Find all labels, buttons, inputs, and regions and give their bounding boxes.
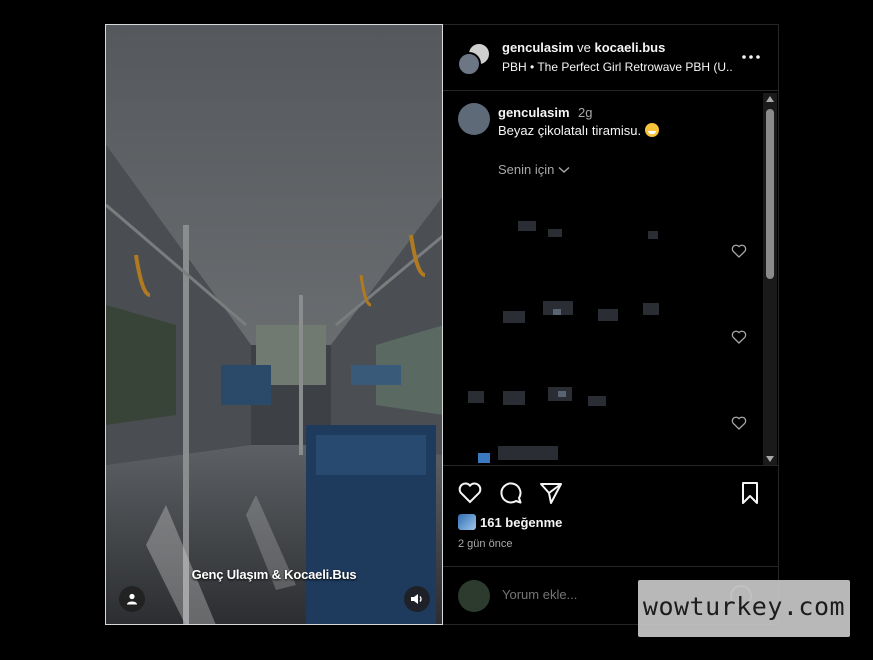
audio-track-link[interactable]: PBH • The Perfect Girl Retrowave PBH (U.…: [502, 60, 732, 74]
post-actions: 161 beğenme 2 gün önce: [443, 465, 778, 566]
author-link-genculasim[interactable]: genculasim: [502, 40, 574, 55]
comment-body: Beyaz çikolatalı tiramisu.: [498, 123, 642, 138]
comments-section: genculasim 2g Beyaz çikolatalı tiramisu.…: [443, 91, 778, 465]
user-icon: [127, 593, 137, 605]
scroll-up-arrow-icon[interactable]: [766, 96, 774, 102]
grinning-face-emoji-icon: [645, 123, 660, 137]
post-media-video[interactable]: Genç Ulaşım & Kocaeli.Bus: [105, 24, 443, 625]
post-header: genculasim ve kocaeli.bus PBH • The Perf…: [443, 25, 778, 91]
scrollbar-thumb[interactable]: [766, 109, 774, 279]
video-caption: Genç Ulaşım & Kocaeli.Bus: [191, 567, 357, 582]
bus-interior-image: [106, 25, 442, 624]
tagged-users-button[interactable]: [119, 586, 145, 612]
post-authors: genculasim ve kocaeli.bus: [502, 40, 665, 55]
post-date[interactable]: 2 gün önce: [458, 538, 512, 550]
comments-scrollbar[interactable]: [763, 93, 777, 465]
speaker-icon: [411, 594, 422, 604]
avatar: [458, 514, 476, 530]
like-comment-heart-icon[interactable]: [731, 415, 747, 431]
avatar: [457, 52, 481, 76]
watermark: wowturkey.com: [638, 580, 850, 637]
avatar: [458, 580, 490, 612]
post-details-panel: genculasim ve kocaeli.bus PBH • The Perf…: [443, 24, 779, 625]
collab-avatars[interactable]: [457, 42, 491, 76]
loading-comments-image: [468, 221, 659, 463]
sort-label: Senin için: [498, 162, 555, 177]
author-link-kocaeli-bus[interactable]: kocaeli.bus: [595, 40, 666, 55]
likes-count[interactable]: 161 beğenme: [458, 514, 562, 530]
like-heart-icon[interactable]: [457, 480, 483, 506]
comment-username[interactable]: genculasim: [498, 105, 570, 120]
avatar[interactable]: [458, 103, 490, 135]
like-comment-heart-icon[interactable]: [731, 329, 747, 345]
comment-bubble-icon[interactable]: [498, 480, 524, 506]
chevron-down-icon: [558, 166, 570, 173]
like-comment-heart-icon[interactable]: [731, 243, 747, 259]
author-conjunction: ve: [577, 40, 591, 55]
comment-sort-dropdown[interactable]: Senin için: [498, 162, 570, 177]
scroll-down-arrow-icon[interactable]: [766, 456, 774, 462]
watermark-text: wowturkey.com: [642, 592, 846, 621]
likes-label: 161 beğenme: [480, 514, 563, 530]
comment-text: Beyaz çikolatalı tiramisu.: [498, 123, 660, 138]
comment-time[interactable]: 2g: [578, 105, 592, 120]
sound-toggle-button[interactable]: [404, 586, 430, 612]
save-bookmark-icon[interactable]: [737, 480, 763, 506]
more-options-icon[interactable]: [739, 47, 763, 67]
share-send-icon[interactable]: [538, 480, 564, 506]
